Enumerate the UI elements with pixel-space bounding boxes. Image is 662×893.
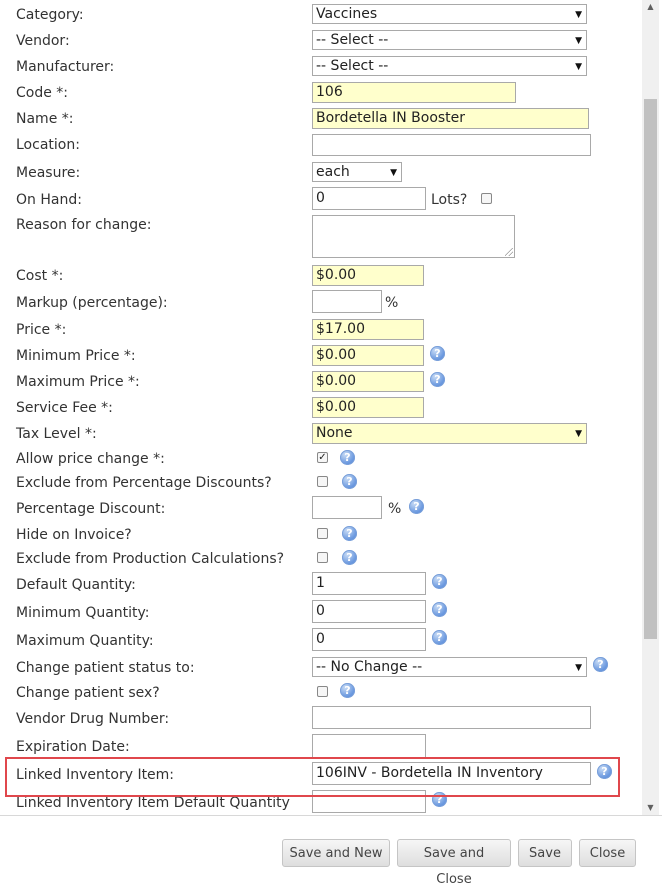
exclude-pct-discounts-label: Exclude from Percentage Discounts? xyxy=(16,475,272,491)
hide-invoice-label: Hide on Invoice? xyxy=(16,527,132,543)
lots-label: Lots? xyxy=(431,192,468,208)
expiration-date-label: Expiration Date: xyxy=(16,739,130,755)
allow-price-change-label: Allow price change *: xyxy=(16,451,165,467)
default-qty-label: Default Quantity: xyxy=(16,577,136,593)
help-icon[interactable]: ? xyxy=(430,372,445,387)
exclude-production-checkbox[interactable] xyxy=(317,552,328,563)
scroll-up-icon[interactable]: ▲ xyxy=(642,0,659,14)
min-qty-label: Minimum Quantity: xyxy=(16,605,150,621)
expiration-date-input[interactable] xyxy=(312,734,426,758)
vendor-select[interactable]: -- Select -- ▼ xyxy=(312,30,587,50)
patient-status-value: -- No Change -- xyxy=(316,659,423,675)
category-label: Category: xyxy=(16,7,84,23)
code-label: Code *: xyxy=(16,85,69,101)
min-price-input[interactable]: $0.00 xyxy=(312,345,424,366)
check-icon: ✓ xyxy=(318,452,327,463)
reason-label: Reason for change: xyxy=(16,217,152,233)
price-input[interactable]: $17.00 xyxy=(312,319,424,340)
measure-label: Measure: xyxy=(16,165,81,181)
help-icon[interactable]: ? xyxy=(340,450,355,465)
pct-discount-label: Percentage Discount: xyxy=(16,501,166,517)
manufacturer-label: Manufacturer: xyxy=(16,59,115,75)
vendor-drug-number-input[interactable] xyxy=(312,706,591,729)
scroll-down-icon[interactable]: ▼ xyxy=(642,801,659,815)
on-hand-input[interactable]: 0 xyxy=(312,187,426,210)
save-button[interactable]: Save xyxy=(518,839,572,867)
help-icon[interactable]: ? xyxy=(432,630,447,645)
name-input[interactable]: Bordetella IN Booster xyxy=(312,108,589,129)
vendor-drug-number-label: Vendor Drug Number: xyxy=(16,711,170,727)
max-qty-input[interactable]: 0 xyxy=(312,628,426,651)
location-label: Location: xyxy=(16,137,80,153)
min-price-label: Minimum Price *: xyxy=(16,348,136,364)
service-fee-input[interactable]: $0.00 xyxy=(312,397,424,418)
min-qty-input[interactable]: 0 xyxy=(312,600,426,623)
service-fee-label: Service Fee *: xyxy=(16,400,113,416)
markup-percent-suffix: % xyxy=(385,295,399,311)
manufacturer-value: -- Select -- xyxy=(316,58,389,74)
form-scroll-area: Category: Vaccines ▼ Vendor: -- Select -… xyxy=(0,0,642,815)
chevron-down-icon: ▼ xyxy=(575,62,582,72)
pct-discount-input[interactable] xyxy=(312,496,382,519)
name-label: Name *: xyxy=(16,111,74,127)
tax-level-select[interactable]: None ▼ xyxy=(312,423,587,444)
scrollbar-thumb[interactable] xyxy=(644,99,657,639)
patient-status-label: Change patient status to: xyxy=(16,660,195,676)
help-icon[interactable]: ? xyxy=(593,657,608,672)
patient-status-select[interactable]: -- No Change -- ▼ xyxy=(312,657,587,677)
measure-select[interactable]: each ▼ xyxy=(312,162,402,182)
reason-textarea[interactable] xyxy=(312,215,515,258)
help-icon[interactable]: ? xyxy=(340,683,355,698)
help-icon[interactable]: ? xyxy=(430,346,445,361)
max-price-label: Maximum Price *: xyxy=(16,374,140,390)
dialog-footer: Save and New Save and Close Save Close xyxy=(0,815,662,887)
help-icon[interactable]: ? xyxy=(342,474,357,489)
price-label: Price *: xyxy=(16,322,67,338)
lots-checkbox[interactable] xyxy=(481,193,492,204)
category-value: Vaccines xyxy=(316,6,378,22)
allow-price-change-checkbox[interactable]: ✓ xyxy=(317,452,328,463)
location-input[interactable] xyxy=(312,134,591,156)
code-input[interactable]: 106 xyxy=(312,82,516,103)
help-icon[interactable]: ? xyxy=(342,526,357,541)
pct-discount-suffix: % xyxy=(388,501,402,517)
help-icon[interactable]: ? xyxy=(409,499,424,514)
help-icon[interactable]: ? xyxy=(342,550,357,565)
on-hand-label: On Hand: xyxy=(16,192,82,208)
default-qty-input[interactable]: 1 xyxy=(312,572,426,595)
exclude-production-label: Exclude from Production Calculations? xyxy=(16,551,285,567)
vendor-value: -- Select -- xyxy=(316,32,389,48)
chevron-down-icon: ▼ xyxy=(575,36,582,46)
resize-handle-icon[interactable] xyxy=(505,248,513,256)
tax-level-label: Tax Level *: xyxy=(16,426,97,442)
help-icon[interactable]: ? xyxy=(432,602,447,617)
category-select[interactable]: Vaccines ▼ xyxy=(312,4,587,24)
chevron-down-icon: ▼ xyxy=(575,10,582,20)
chevron-down-icon: ▼ xyxy=(575,663,582,673)
cost-label: Cost *: xyxy=(16,268,64,284)
max-price-input[interactable]: $0.00 xyxy=(312,371,424,392)
max-qty-label: Maximum Quantity: xyxy=(16,633,154,649)
chevron-down-icon: ▼ xyxy=(390,168,397,178)
chevron-down-icon: ▼ xyxy=(575,429,582,439)
highlight-box xyxy=(5,757,620,797)
patient-sex-checkbox[interactable] xyxy=(317,686,328,697)
cost-input[interactable]: $0.00 xyxy=(312,265,424,286)
tax-level-value: None xyxy=(316,425,353,441)
exclude-pct-discounts-checkbox[interactable] xyxy=(317,476,328,487)
markup-label: Markup (percentage): xyxy=(16,295,168,311)
close-button[interactable]: Close xyxy=(579,839,636,867)
vendor-label: Vendor: xyxy=(16,33,70,49)
markup-input[interactable] xyxy=(312,290,382,313)
patient-sex-label: Change patient sex? xyxy=(16,685,160,701)
hide-invoice-checkbox[interactable] xyxy=(317,528,328,539)
save-and-new-button[interactable]: Save and New xyxy=(282,839,390,867)
measure-value: each xyxy=(316,164,350,180)
help-icon[interactable]: ? xyxy=(432,574,447,589)
vertical-scrollbar[interactable]: ▲ ▼ xyxy=(642,0,659,815)
manufacturer-select[interactable]: -- Select -- ▼ xyxy=(312,56,587,76)
save-and-close-button[interactable]: Save and Close xyxy=(397,839,511,887)
